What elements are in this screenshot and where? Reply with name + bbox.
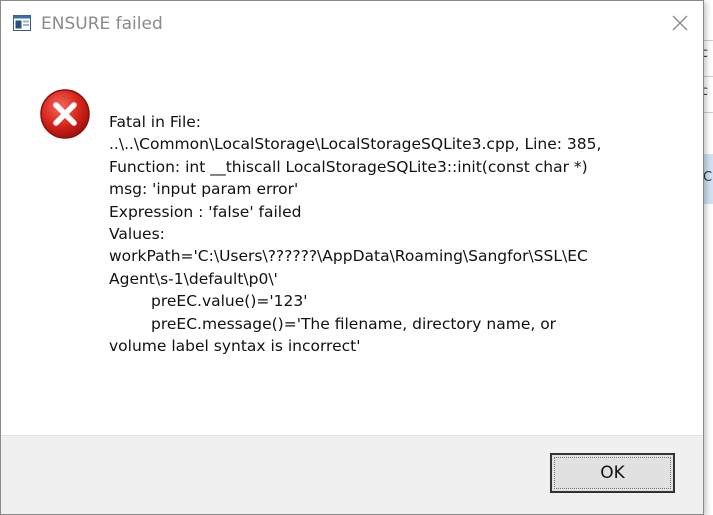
message-line: Fatal in File: [109, 113, 202, 131]
error-icon [39, 88, 91, 140]
message-line: Function: int __thiscall LocalStorageSQL… [109, 157, 588, 176]
message-line: volume label syntax is incorrect' [109, 337, 361, 356]
app-window-icon [13, 15, 31, 31]
dialog-title: ENSURE failed [41, 14, 163, 34]
background-text: C [703, 170, 713, 185]
title-bar[interactable]: ENSURE failed [1, 1, 703, 49]
message-line: ..\..\Common\LocalStorage\LocalStorageSQ… [109, 135, 602, 154]
error-dialog: ENSURE failed Fatal in File: ..\..\Commo… [0, 0, 704, 515]
message-line: preEC.message()='The filename, directory… [151, 314, 557, 333]
dialog-footer: OK [1, 435, 703, 514]
ok-button[interactable]: OK [550, 453, 675, 493]
dialog-content: Fatal in File: ..\..\Common\LocalStorage… [1, 49, 703, 435]
error-message: Fatal in File: ..\..\Common\LocalStorage… [109, 111, 689, 357]
message-line: Expression : 'false' failed [109, 202, 302, 221]
close-icon [671, 14, 689, 36]
message-line: preEC.value()='123' [151, 292, 308, 311]
message-line: Values: [109, 225, 165, 244]
message-line: workPath='C:\Users\??????\AppData\Roamin… [109, 247, 588, 266]
message-line: msg: 'input param error' [109, 180, 299, 199]
close-button[interactable] [657, 1, 703, 49]
message-line: Agent\s-1\default\p0\' [109, 269, 278, 288]
